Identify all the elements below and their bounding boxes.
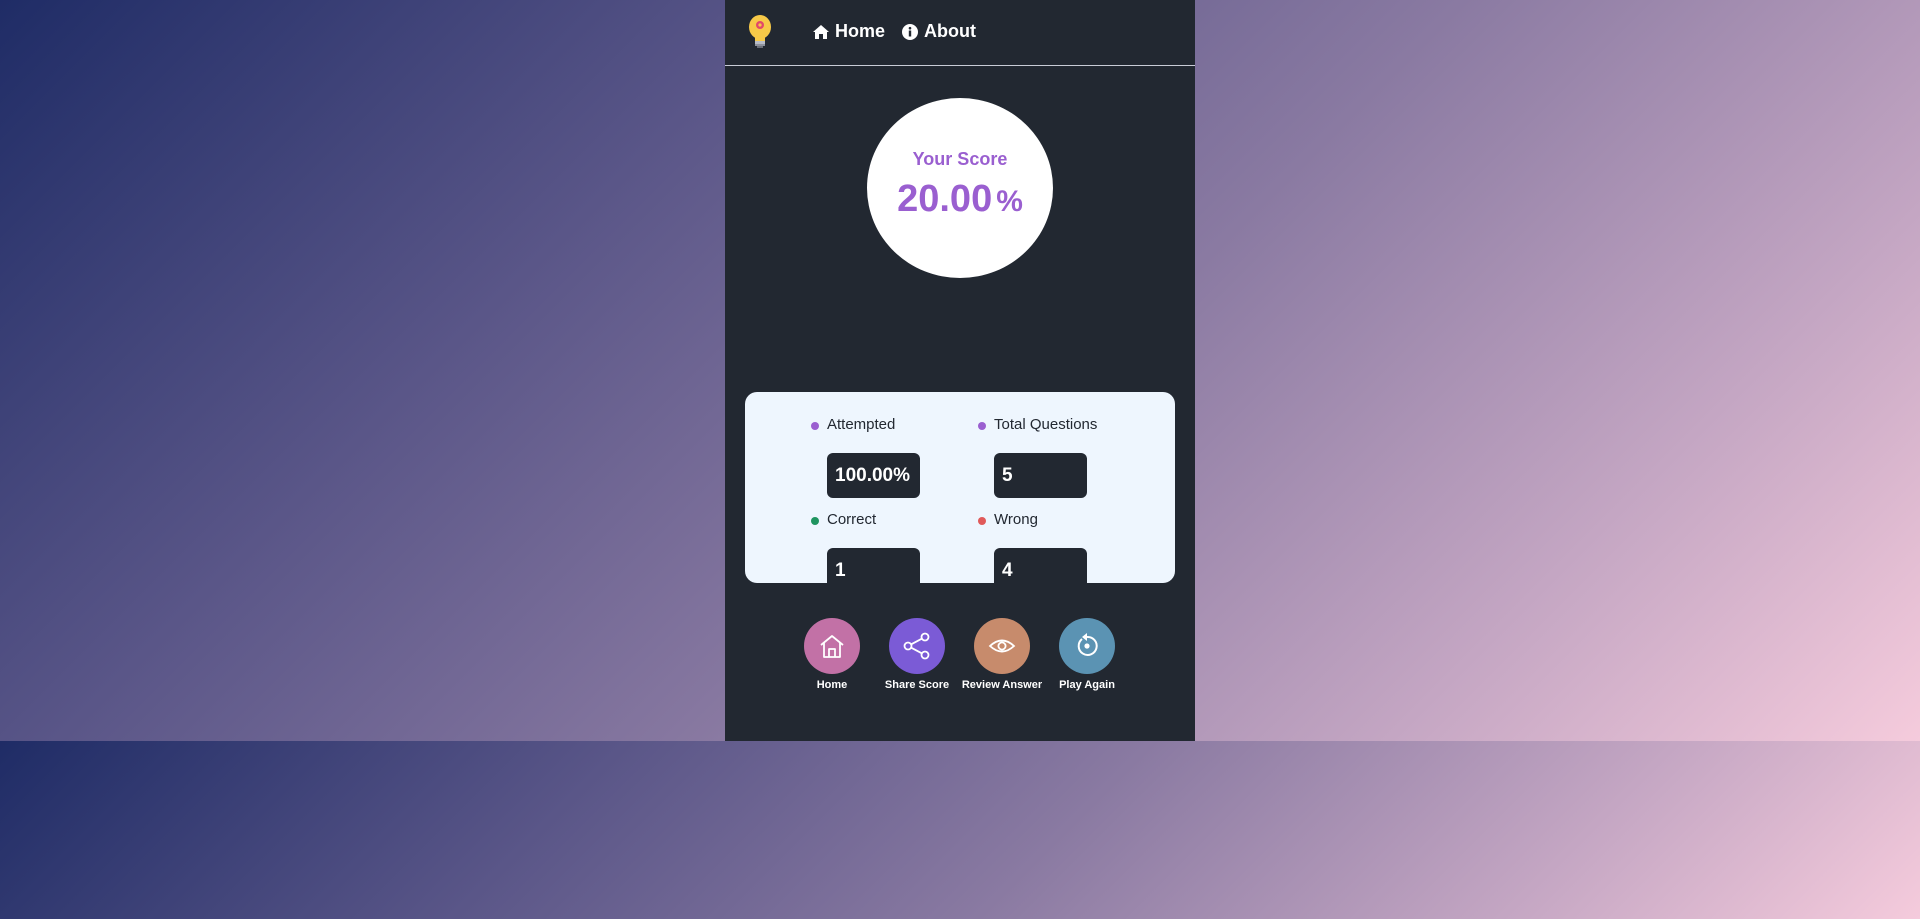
nav-about-link[interactable]: About: [902, 21, 976, 42]
nav-about-label: About: [924, 21, 976, 41]
eye-icon[interactable]: [974, 618, 1030, 674]
action-buttons: Home Share Score Review Answer Play Agai…: [725, 618, 1195, 691]
info-icon: [902, 23, 918, 40]
nav-home-label: Home: [835, 21, 886, 41]
attempted-value: 100.00%: [827, 453, 920, 498]
quiz-result-panel: Home About Your Score 20.00% Attempted 1…: [725, 0, 1195, 741]
wrong-value: 4: [994, 548, 1087, 593]
correct-value: 1: [827, 548, 920, 593]
nav-home-link[interactable]: Home: [813, 21, 885, 42]
score-value: 20.00: [897, 178, 993, 220]
attempted-label: Attempted: [827, 416, 896, 433]
home-icon[interactable]: [804, 618, 860, 674]
play-again-button[interactable]: Play Again: [1037, 618, 1137, 691]
navbar: Home About: [725, 0, 1195, 66]
home-icon: [813, 24, 829, 39]
wrong-dot: [978, 517, 986, 525]
score-value-line: 20.00%: [867, 178, 1053, 221]
stats-card: Attempted 100.00% Total Questions 5 Corr…: [745, 392, 1175, 593]
score-circle: Your Score 20.00%: [867, 98, 1053, 278]
lightbulb-icon[interactable]: [747, 14, 773, 50]
correct-dot: [811, 517, 819, 525]
background-bottom: [0, 741, 1920, 919]
score-unit: %: [996, 185, 1023, 218]
play-again-label: Play Again: [1059, 679, 1115, 691]
score-title: Your Score: [912, 149, 1008, 169]
correct-label: Correct: [827, 511, 877, 528]
wrong-label: Wrong: [994, 511, 1038, 528]
replay-icon[interactable]: [1059, 618, 1115, 674]
total-questions-label: Total Questions: [994, 416, 1098, 433]
share-icon[interactable]: [889, 618, 945, 674]
total-questions-value: 5: [994, 453, 1087, 498]
total-questions-dot: [978, 422, 986, 430]
attempted-dot: [811, 422, 819, 430]
